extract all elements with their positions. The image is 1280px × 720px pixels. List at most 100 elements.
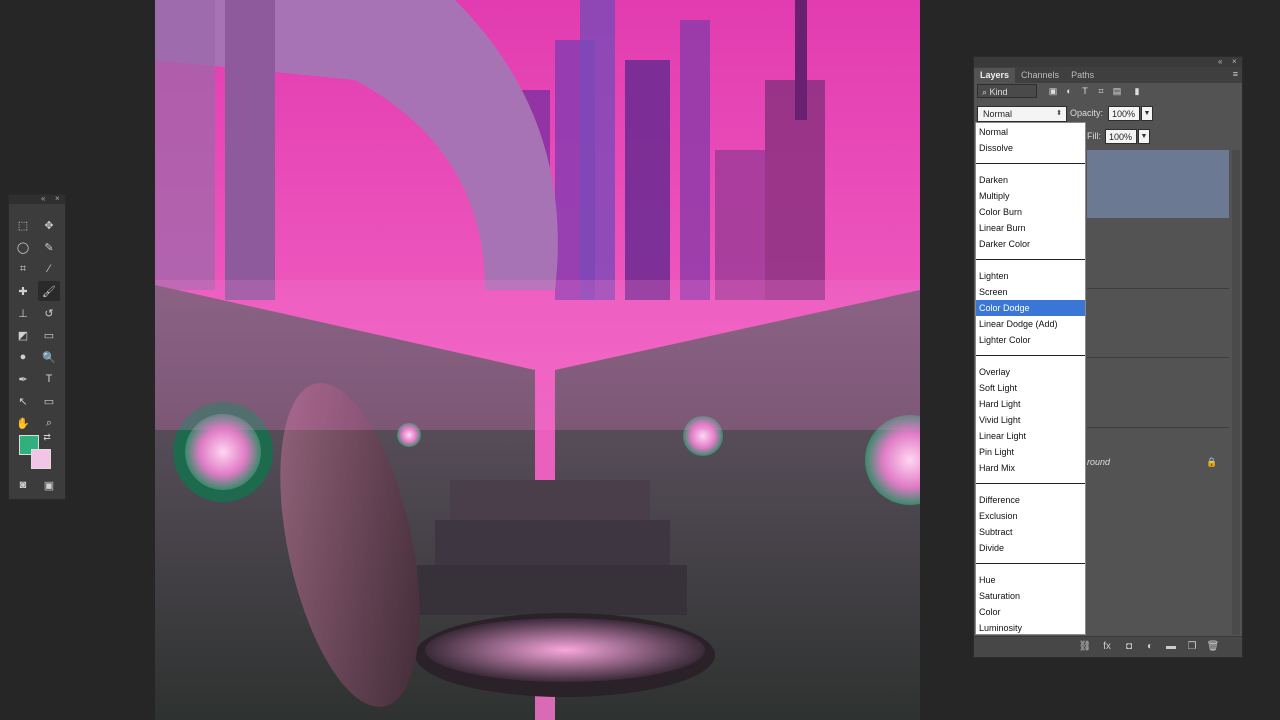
move-tool-icon[interactable]: ✥: [38, 215, 60, 235]
menu-separator: [976, 355, 1085, 356]
blend-option-luminosity[interactable]: Luminosity: [976, 620, 1085, 636]
blend-option-subtract[interactable]: Subtract: [976, 524, 1085, 540]
quick-mask-icon[interactable]: ◙: [12, 475, 34, 495]
new-layer-icon[interactable]: ❐: [1185, 640, 1199, 654]
blend-option-screen[interactable]: Screen: [976, 284, 1085, 300]
blend-option-linear-dodge[interactable]: Linear Dodge (Add): [976, 316, 1085, 332]
blend-option-vivid-light[interactable]: Vivid Light: [976, 412, 1085, 428]
type-filter-icon[interactable]: T: [1079, 85, 1091, 97]
close-icon[interactable]: ×: [1232, 57, 1237, 66]
history-brush-tool-icon[interactable]: ↺: [38, 303, 60, 323]
layers-panel-titlebar[interactable]: « ×: [974, 57, 1242, 67]
blend-option-color-burn[interactable]: Color Burn: [976, 204, 1085, 220]
blend-option-difference[interactable]: Difference: [976, 492, 1085, 508]
blend-option-divide[interactable]: Divide: [976, 540, 1085, 556]
blend-option-saturation[interactable]: Saturation: [976, 588, 1085, 604]
panel-tabs: Layers Channels Paths ≡: [974, 67, 1242, 83]
collapse-icon[interactable]: «: [1218, 57, 1222, 66]
selected-layer-row[interactable]: [1087, 150, 1229, 218]
blend-option-multiply[interactable]: Multiply: [976, 188, 1085, 204]
pixel-filter-icon[interactable]: ▣: [1047, 85, 1059, 97]
shape-tool-icon[interactable]: ▭: [38, 391, 60, 411]
blend-option-lighter-color[interactable]: Lighter Color: [976, 332, 1085, 348]
blend-option-lighten[interactable]: Lighten: [976, 268, 1085, 284]
blend-option-linear-light[interactable]: Linear Light: [976, 428, 1085, 444]
swap-colors-icon[interactable]: ⇄: [41, 431, 53, 443]
brush-tool-icon[interactable]: 🖌: [38, 281, 60, 301]
collapse-icon[interactable]: «: [41, 194, 45, 203]
fill-dropdown-icon[interactable]: ▼: [1138, 129, 1150, 144]
layer-style-icon[interactable]: fx: [1100, 640, 1114, 654]
blend-mode-row: Normal ⬍ Opacity: 100% ▼: [977, 106, 1239, 122]
blend-mode-menu: Normal Dissolve Darken Multiply Color Bu…: [975, 122, 1086, 635]
background-color-swatch[interactable]: [31, 449, 51, 469]
chevron-updown-icon: ⬍: [1056, 110, 1062, 117]
blend-option-exclusion[interactable]: Exclusion: [976, 508, 1085, 524]
smart-object-filter-icon[interactable]: ▤: [1111, 85, 1123, 97]
zoom-tool-icon[interactable]: ⌕: [38, 413, 60, 433]
crop-tool-icon[interactable]: ⌗: [12, 259, 34, 279]
blend-option-color-dodge[interactable]: Color Dodge: [976, 300, 1085, 316]
tools-panel-titlebar[interactable]: « ×: [9, 194, 65, 204]
blend-option-overlay[interactable]: Overlay: [976, 364, 1085, 380]
delete-layer-icon[interactable]: 🗑: [1206, 640, 1220, 654]
blend-option-linear-burn[interactable]: Linear Burn: [976, 220, 1085, 236]
artwork-scene: [155, 0, 920, 720]
kind-filter-label: Kind: [989, 87, 1008, 97]
type-tool-icon[interactable]: T: [38, 369, 60, 389]
clone-stamp-tool-icon[interactable]: ⊥: [12, 303, 34, 323]
blend-option-darker-color[interactable]: Darker Color: [976, 236, 1085, 252]
blend-option-color[interactable]: Color: [976, 604, 1085, 620]
opacity-label: Opacity:: [1070, 108, 1104, 118]
blend-option-darken[interactable]: Darken: [976, 172, 1085, 188]
opacity-dropdown-icon[interactable]: ▼: [1141, 106, 1153, 121]
background-layer-name[interactable]: round: [1087, 457, 1110, 467]
dodge-tool-icon[interactable]: 🔍: [38, 347, 60, 367]
layers-scrollbar[interactable]: [1232, 150, 1240, 635]
blend-mode-value: Normal: [983, 109, 1013, 119]
spot-healing-tool-icon[interactable]: ✚: [12, 281, 34, 301]
fill-label: Fill:: [1087, 131, 1101, 141]
blend-option-hard-light[interactable]: Hard Light: [976, 396, 1085, 412]
layer-divider: [1087, 357, 1229, 358]
shape-filter-icon[interactable]: ⌗: [1095, 85, 1107, 97]
eraser-tool-icon[interactable]: ◩: [12, 325, 34, 345]
new-group-icon[interactable]: ▬: [1164, 640, 1178, 654]
kind-filter-select[interactable]: ⌕ Kind: [977, 84, 1037, 98]
eyedropper-tool-icon[interactable]: ⁄: [38, 259, 60, 279]
hand-tool-icon[interactable]: ✋: [12, 413, 34, 433]
pen-tool-icon[interactable]: ✒: [12, 369, 34, 389]
adjustment-filter-icon[interactable]: ◐: [1063, 85, 1075, 97]
blend-mode-select[interactable]: Normal ⬍: [977, 106, 1067, 122]
quick-select-tool-icon[interactable]: ✎: [38, 237, 60, 257]
opacity-input[interactable]: 100%: [1108, 106, 1140, 121]
blend-option-pin-light[interactable]: Pin Light: [976, 444, 1085, 460]
lock-icon: 🔒: [1206, 457, 1218, 467]
fill-input[interactable]: 100%: [1105, 129, 1137, 144]
blend-option-dissolve[interactable]: Dissolve: [976, 140, 1085, 156]
lasso-tool-icon[interactable]: ◯: [12, 237, 34, 257]
blend-option-normal[interactable]: Normal: [976, 124, 1085, 140]
marquee-tool-icon[interactable]: ⬚: [12, 215, 34, 235]
adjustment-layer-icon[interactable]: ◐: [1143, 640, 1157, 654]
layer-divider: [1087, 427, 1229, 428]
blend-option-hard-mix[interactable]: Hard Mix: [976, 460, 1085, 476]
document-canvas[interactable]: [155, 0, 920, 720]
gradient-tool-icon[interactable]: ▭: [38, 325, 60, 345]
menu-separator: [976, 563, 1085, 564]
panel-menu-icon[interactable]: ≡: [1233, 69, 1238, 79]
blur-tool-icon[interactable]: ●: [12, 347, 34, 367]
tab-layers[interactable]: Layers: [974, 68, 1016, 83]
layer-mask-icon[interactable]: ◘: [1122, 640, 1136, 654]
layer-divider: [1087, 288, 1229, 289]
tab-paths[interactable]: Paths: [1065, 68, 1100, 83]
tab-channels[interactable]: Channels: [1015, 68, 1065, 83]
filter-toggle-icon[interactable]: ▮: [1131, 85, 1143, 97]
screen-mode-icon[interactable]: ▣: [38, 475, 60, 495]
blend-option-hue[interactable]: Hue: [976, 572, 1085, 588]
layer-filter-row: ⌕ Kind ▣ ◐ T ⌗ ▤ ▮: [977, 84, 1239, 100]
close-icon[interactable]: ×: [55, 194, 60, 203]
link-layers-icon[interactable]: ⛓: [1078, 640, 1092, 654]
path-select-tool-icon[interactable]: ↖: [12, 391, 34, 411]
blend-option-soft-light[interactable]: Soft Light: [976, 380, 1085, 396]
